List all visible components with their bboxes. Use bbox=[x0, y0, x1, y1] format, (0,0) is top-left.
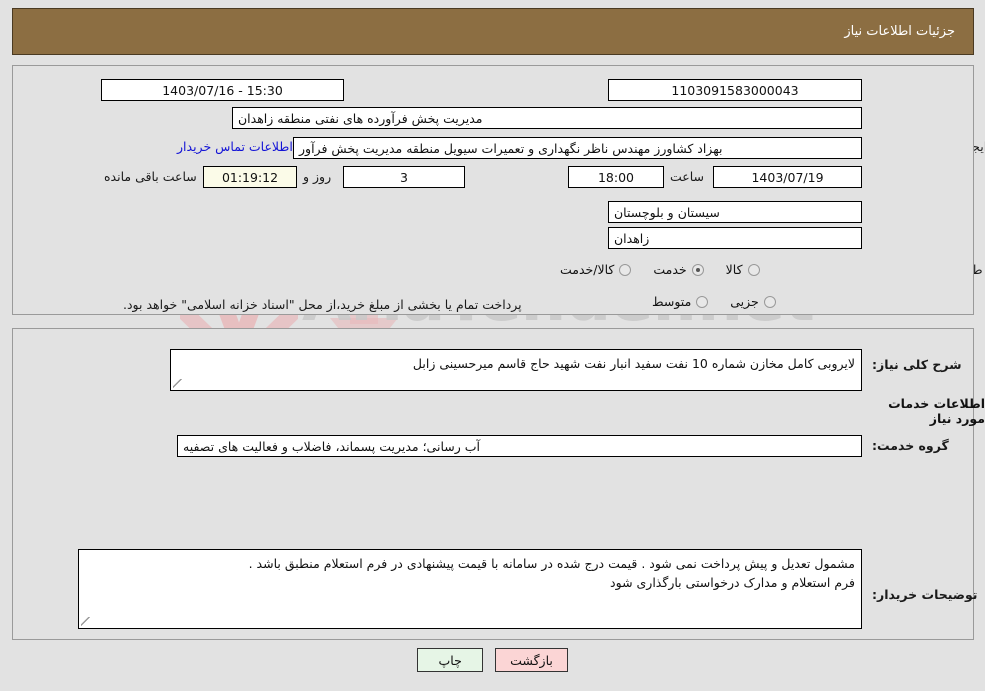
service-group-label: گروه خدمت: bbox=[872, 438, 949, 453]
category-option-kala[interactable]: کالا bbox=[726, 262, 760, 277]
process-radio-group: جزیی متوسط bbox=[652, 294, 798, 309]
province-field[interactable]: سیستان و بلوچستان bbox=[608, 201, 862, 223]
category-option-khedmat-label: خدمت bbox=[653, 262, 687, 277]
buyer-org-field[interactable]: مدیریت پخش فرآورده های نفتی منطقه زاهدان bbox=[232, 107, 862, 129]
radio-jozei-icon[interactable] bbox=[763, 295, 776, 308]
need-number-field[interactable]: 1103091583000043 bbox=[608, 79, 862, 101]
need-info-panel bbox=[12, 65, 974, 315]
city-field[interactable]: زاهدان bbox=[608, 227, 862, 249]
process-option-motevaset[interactable]: متوسط bbox=[652, 294, 709, 309]
category-radio-group: کالا خدمت کالا/خدمت bbox=[560, 262, 782, 277]
announce-datetime-field[interactable]: 15:30 - 1403/07/16 bbox=[101, 79, 344, 101]
radio-khedmat-icon[interactable] bbox=[691, 263, 704, 276]
page-root: V AriaTender.net جزئیات اطلاعات نیاز شما… bbox=[0, 0, 985, 691]
category-option-kala-label: کالا bbox=[725, 262, 743, 277]
services-section-title: اطلاعات خدمات مورد نیاز bbox=[888, 396, 985, 426]
summary-textarea[interactable]: لایروبی کامل مخازن شماره 10 نفت سفید انب… bbox=[170, 349, 862, 391]
action-button-bar: بازگشت چاپ bbox=[0, 648, 985, 672]
radio-kala-icon[interactable] bbox=[747, 263, 760, 276]
category-option-khedmat[interactable]: خدمت bbox=[653, 262, 704, 277]
page-header-bar: جزئیات اطلاعات نیاز bbox=[12, 8, 974, 55]
summary-label: شرح کلی نیاز: bbox=[872, 357, 962, 372]
process-note: پرداخت تمام یا بخشی از مبلغ خرید،از محل … bbox=[123, 297, 522, 312]
page-title: جزئیات اطلاعات نیاز bbox=[844, 24, 955, 39]
category-option-kala-khedmat[interactable]: کالا/خدمت bbox=[560, 262, 632, 277]
process-option-motevaset-label: متوسط bbox=[652, 294, 692, 309]
deadline-date-field[interactable]: 1403/07/19 bbox=[713, 166, 862, 188]
back-button[interactable]: بازگشت bbox=[495, 648, 568, 672]
remaining-days-field[interactable]: 3 bbox=[343, 166, 465, 188]
countdown-label: ساعت باقی مانده bbox=[104, 169, 197, 184]
process-option-jozei[interactable]: جزیی bbox=[730, 294, 776, 309]
print-button[interactable]: چاپ bbox=[417, 648, 484, 672]
buyer-contact-link[interactable]: اطلاعات تماس خریدار bbox=[177, 139, 293, 154]
countdown-field: 01:19:12 bbox=[203, 166, 297, 188]
days-label: روز و bbox=[303, 169, 332, 184]
deadline-time-field[interactable]: 18:00 bbox=[568, 166, 664, 188]
service-group-field[interactable]: آب رسانی؛ مدیریت پسماند، فاضلاب و فعالیت… bbox=[177, 435, 862, 457]
buyer-notes-textarea[interactable]: مشمول تعدیل و پیش پرداخت نمی شود . قیمت … bbox=[78, 549, 862, 629]
category-option-kala-khedmat-label: کالا/خدمت bbox=[560, 262, 615, 277]
buyer-notes-label: توضیحات خریدار: bbox=[872, 587, 978, 602]
radio-kala-khedmat-icon[interactable] bbox=[619, 263, 632, 276]
creator-field[interactable]: بهزاد کشاورز مهندس ناظر نگهداری و تعمیرا… bbox=[293, 137, 862, 159]
radio-motevaset-icon[interactable] bbox=[696, 295, 709, 308]
process-option-jozei-label: جزیی bbox=[730, 294, 759, 309]
hour-label: ساعت bbox=[670, 169, 705, 184]
